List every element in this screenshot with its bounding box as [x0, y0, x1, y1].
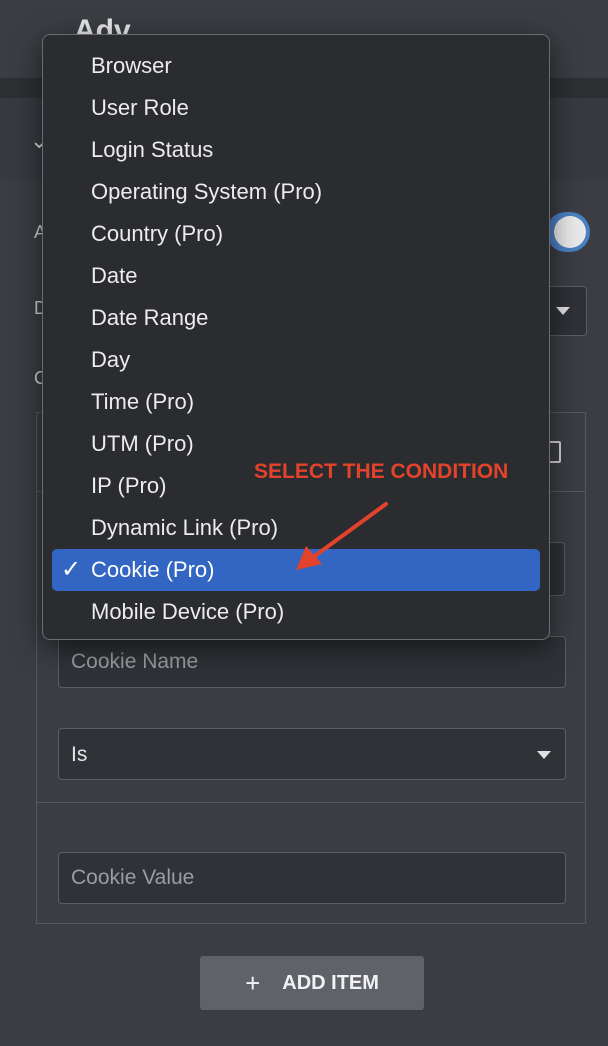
plus-icon: + — [245, 967, 261, 998]
menu-item-mobile-device[interactable]: Mobile Device (Pro) — [52, 591, 540, 633]
enable-toggle[interactable] — [546, 212, 590, 252]
menu-item-label: Country (Pro) — [91, 221, 224, 246]
add-item-label: ADD ITEM — [282, 971, 379, 994]
menu-item-label: Mobile Device (Pro) — [91, 599, 285, 624]
menu-item-day[interactable]: Day — [52, 339, 540, 381]
menu-item-label: Day — [91, 347, 131, 372]
menu-item-label: Browser — [91, 53, 172, 78]
cookie-value-input[interactable] — [59, 853, 565, 903]
menu-item-browser[interactable]: Browser — [52, 45, 540, 87]
menu-item-label: Cookie (Pro) — [91, 557, 215, 582]
page: Adv ⌄ A D C Is + ADD ITEM Browser — [0, 0, 608, 1046]
checkmark-icon: ✓ — [61, 556, 82, 583]
menu-item-label: Login Status — [91, 137, 214, 162]
menu-item-operating-system[interactable]: Operating System (Pro) — [52, 171, 540, 213]
menu-item-dynamic-link[interactable]: Dynamic Link (Pro) — [52, 507, 540, 549]
cookie-name-field[interactable] — [58, 636, 566, 688]
annotation-text: SELECT THE CONDITION — [254, 460, 509, 483]
toggle-knob — [554, 216, 586, 248]
menu-item-time[interactable]: Time (Pro) — [52, 381, 540, 423]
chevron-down-icon — [537, 751, 551, 759]
operator-select[interactable]: Is — [58, 728, 566, 780]
menu-item-label: IP (Pro) — [91, 473, 167, 498]
menu-item-utm[interactable]: UTM (Pro) — [52, 423, 540, 465]
operator-value: Is — [71, 743, 88, 766]
cookie-name-input[interactable] — [59, 637, 565, 687]
cookie-value-field[interactable] — [58, 852, 566, 904]
menu-item-cookie[interactable]: ✓ Cookie (Pro) — [52, 549, 540, 591]
menu-item-date[interactable]: Date — [52, 255, 540, 297]
menu-item-label: Date — [91, 263, 138, 288]
divider — [37, 802, 585, 803]
menu-item-login-status[interactable]: Login Status — [52, 129, 540, 171]
menu-item-country[interactable]: Country (Pro) — [52, 213, 540, 255]
menu-item-label: Dynamic Link (Pro) — [91, 515, 279, 540]
menu-item-label: Operating System (Pro) — [91, 179, 323, 204]
menu-item-label: User Role — [91, 95, 189, 120]
menu-item-user-role[interactable]: User Role — [52, 87, 540, 129]
menu-item-label: Date Range — [91, 305, 209, 330]
condition-dropdown-menu: Browser User Role Login Status Operating… — [42, 34, 550, 640]
menu-item-label: UTM (Pro) — [91, 431, 194, 456]
add-item-button[interactable]: + ADD ITEM — [200, 956, 424, 1010]
menu-item-label: Time (Pro) — [91, 389, 195, 414]
chevron-down-icon — [556, 307, 570, 315]
menu-item-date-range[interactable]: Date Range — [52, 297, 540, 339]
